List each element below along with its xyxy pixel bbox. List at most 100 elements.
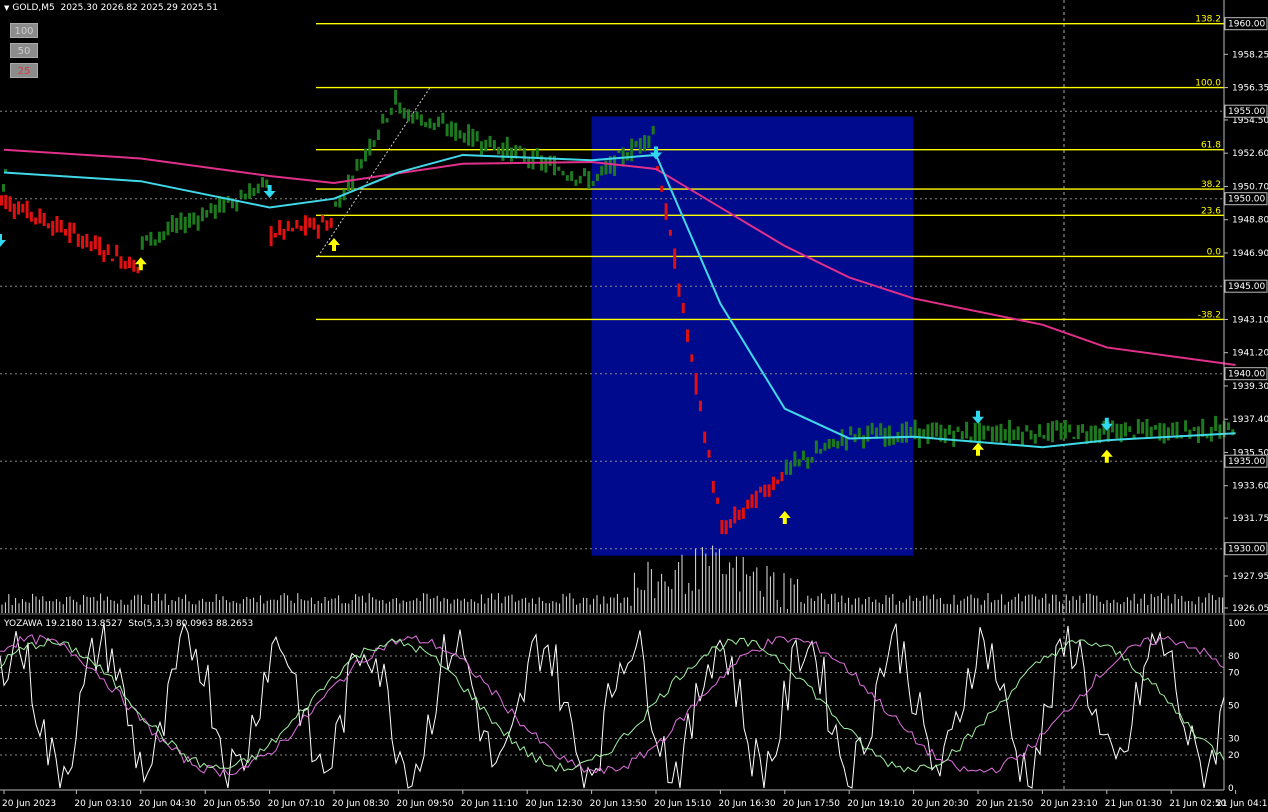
candle-bar (720, 519, 724, 535)
candle-bar (312, 217, 316, 230)
buy-signal-arrow-icon (328, 237, 340, 251)
fib-level-label: 0.0 (1207, 247, 1222, 257)
candle-bar (256, 183, 260, 194)
sell-signal-arrow-icon (972, 410, 984, 424)
candle-bar (51, 220, 55, 236)
price-chart[interactable]: 138.2 100.0 61.8 38.2 23.6 0.0 -38.2 1958.25 195… (0, 0, 1268, 812)
candle-bar (750, 494, 754, 508)
candle-bar (68, 222, 72, 244)
candle-bar (565, 175, 569, 181)
time-axis-label: 20 Jun 16:30 (718, 799, 775, 809)
candle-bar (385, 118, 389, 123)
candle-bar (595, 173, 599, 182)
candle-bar (303, 215, 307, 236)
time-axis-label: 20 Jun 04:30 (139, 799, 196, 809)
candle-bar (355, 158, 359, 171)
candle-bar (806, 457, 810, 469)
candle-bar (634, 140, 638, 148)
candle-bar (29, 211, 33, 222)
candle-bar (209, 203, 213, 214)
price-axis-label: 1958.25 (1232, 50, 1268, 60)
zoom-50-button[interactable]: 50 (10, 43, 38, 58)
candle-bar (175, 217, 179, 234)
candle-bar (46, 223, 50, 229)
candle-bar (462, 132, 466, 143)
candle-bar (578, 175, 582, 184)
candle-bar (905, 421, 909, 443)
candle-bar (617, 150, 621, 154)
candle-bar (1154, 425, 1158, 430)
price-axis-label: 1952.60 (1232, 149, 1268, 159)
time-axis-label: 20 Jun 23:10 (1040, 799, 1097, 809)
candle-bar (707, 449, 711, 458)
candle-bar (475, 131, 479, 142)
candle-bar (179, 212, 183, 230)
candle-bar (170, 215, 174, 233)
candle-bar (518, 145, 522, 150)
time-axis-label: 20 Jun 09:50 (396, 799, 453, 809)
candle-bar (239, 189, 243, 199)
price-axis-label: 1941.20 (1232, 349, 1268, 359)
candle-bar (166, 221, 170, 236)
candle-bar (441, 112, 445, 124)
price-axis-label: 1956.35 (1232, 84, 1268, 94)
candle-bar (698, 400, 702, 412)
ohlc-values: 2025.30 2026.82 2025.29 2025.51 (60, 3, 218, 13)
stoch-axis-label: 80 (1228, 652, 1240, 662)
candle-bar (1063, 420, 1067, 439)
candle-bar (1145, 418, 1149, 437)
candle-bar (793, 451, 797, 467)
candle-bar (836, 440, 840, 449)
candle-bar (1218, 424, 1222, 439)
candle-bar (188, 212, 192, 228)
candle-bar (1076, 425, 1080, 440)
candle-bar (1136, 419, 1140, 434)
candle-bar (647, 135, 651, 148)
candle-bar (1046, 422, 1050, 441)
candle-bar (1081, 424, 1085, 433)
time-axis-label: 20 Jun 11:10 (461, 799, 518, 809)
candle-bar (458, 130, 462, 139)
candle-bar (81, 235, 85, 249)
candle-bar (510, 147, 514, 162)
candle-bar (428, 118, 432, 129)
candle-bar (89, 241, 93, 252)
time-axis-label: 20 Jun 20:30 (912, 799, 969, 809)
candle-bar (681, 302, 685, 314)
zoom-25-button[interactable]: 25 (10, 63, 38, 78)
candle-bar (282, 228, 286, 240)
candle-bar (488, 135, 492, 148)
time-axis-label: 20 Jun 15:10 (654, 799, 711, 809)
candle-bar (93, 235, 97, 250)
zoom-100-button[interactable]: 100 (10, 23, 38, 38)
candle-bar (162, 231, 166, 241)
candle-bar (763, 484, 767, 498)
candle-bar (368, 138, 372, 156)
candle-bar (110, 258, 114, 262)
candle-bar (248, 183, 252, 199)
candle-bar (398, 102, 402, 114)
candle-bar (952, 430, 956, 447)
candle-bar (192, 212, 196, 225)
candle-bar (711, 480, 715, 493)
candle-bar (321, 215, 325, 223)
dropdown-triangle-icon[interactable]: ▼ (4, 4, 9, 12)
candle-bar (965, 421, 969, 439)
candle-bar (8, 196, 12, 212)
price-axis-label: 1937.40 (1232, 415, 1268, 425)
candle-bar (1227, 422, 1231, 431)
candle-bar (21, 203, 25, 213)
candle-bar (690, 354, 694, 362)
time-axis-label: 20 Jun 21:50 (976, 799, 1033, 809)
candle-bar (746, 499, 750, 509)
candle-bar (394, 89, 398, 105)
candle-bar (591, 181, 595, 187)
candle-bar (1128, 426, 1132, 432)
chart-header: ▼ GOLD,M5 2025.30 2026.82 2025.29 2025.51 (4, 3, 218, 13)
candle-bar (784, 459, 788, 475)
candle-bar (484, 139, 488, 152)
candle-bar (776, 479, 780, 485)
price-level-label: 1935.00 (1228, 457, 1265, 467)
candle-bar (900, 423, 904, 443)
candle-bar (102, 250, 106, 262)
